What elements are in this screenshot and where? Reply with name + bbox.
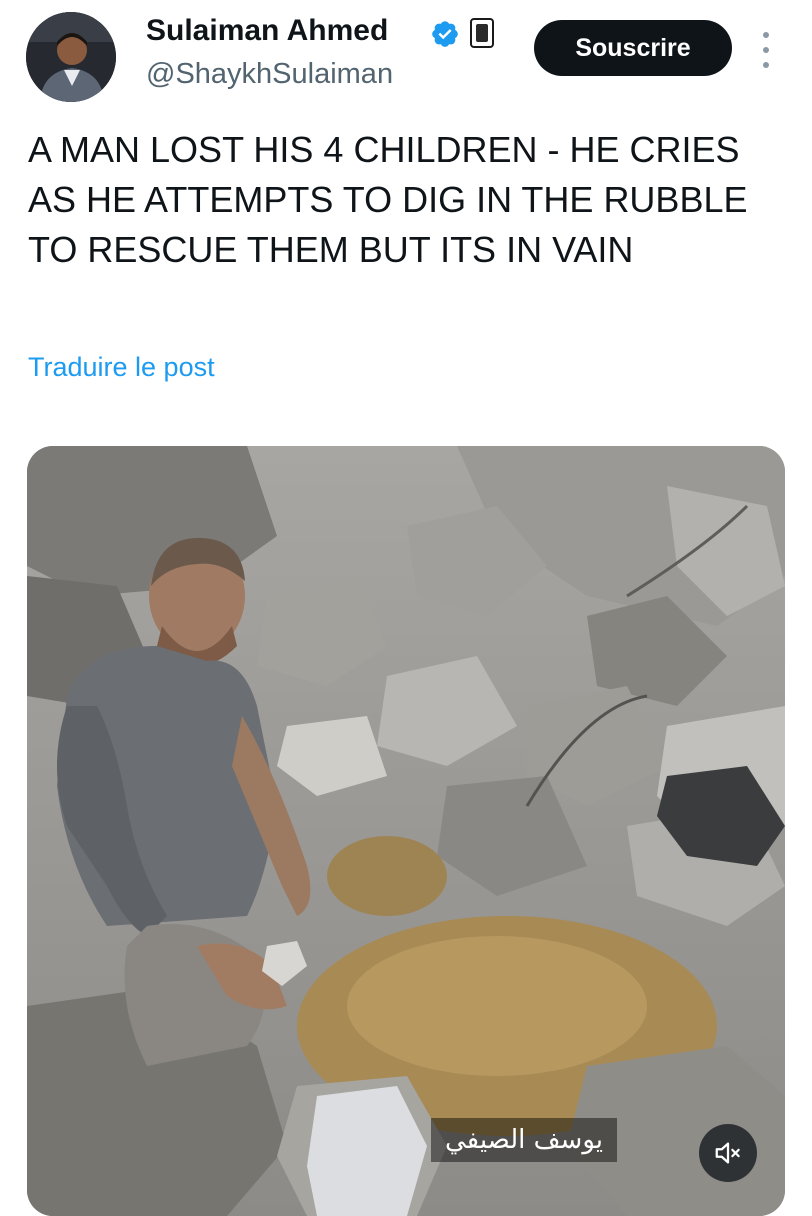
more-dot <box>763 62 769 68</box>
author-avatar[interactable] <box>26 12 116 102</box>
author-display-name[interactable]: Sulaiman Ahmed <box>146 14 388 48</box>
avatar-image <box>26 12 116 102</box>
video-frame <box>27 446 785 1216</box>
affiliate-badge-icon[interactable] <box>470 18 494 48</box>
post-header: Sulaiman Ahmed @ShaykhSulaiman Souscrire <box>0 0 812 112</box>
more-options-icon[interactable] <box>756 32 776 68</box>
verified-check-icon <box>432 21 458 47</box>
video-caption-overlay: يوسف الصيفي <box>431 1118 617 1162</box>
post-video[interactable]: يوسف الصيفي <box>27 446 785 1216</box>
author-handle[interactable]: @ShaykhSulaiman <box>146 58 393 91</box>
more-dot <box>763 47 769 53</box>
mute-toggle-button[interactable] <box>699 1124 757 1182</box>
translate-post-link[interactable]: Traduire le post <box>28 352 215 383</box>
more-dot <box>763 32 769 38</box>
speaker-muted-icon <box>715 1142 740 1164</box>
post-text: A MAN LOST HIS 4 CHILDREN - HE CRIES AS … <box>28 129 748 270</box>
subscribe-button[interactable]: Souscrire <box>534 20 732 76</box>
